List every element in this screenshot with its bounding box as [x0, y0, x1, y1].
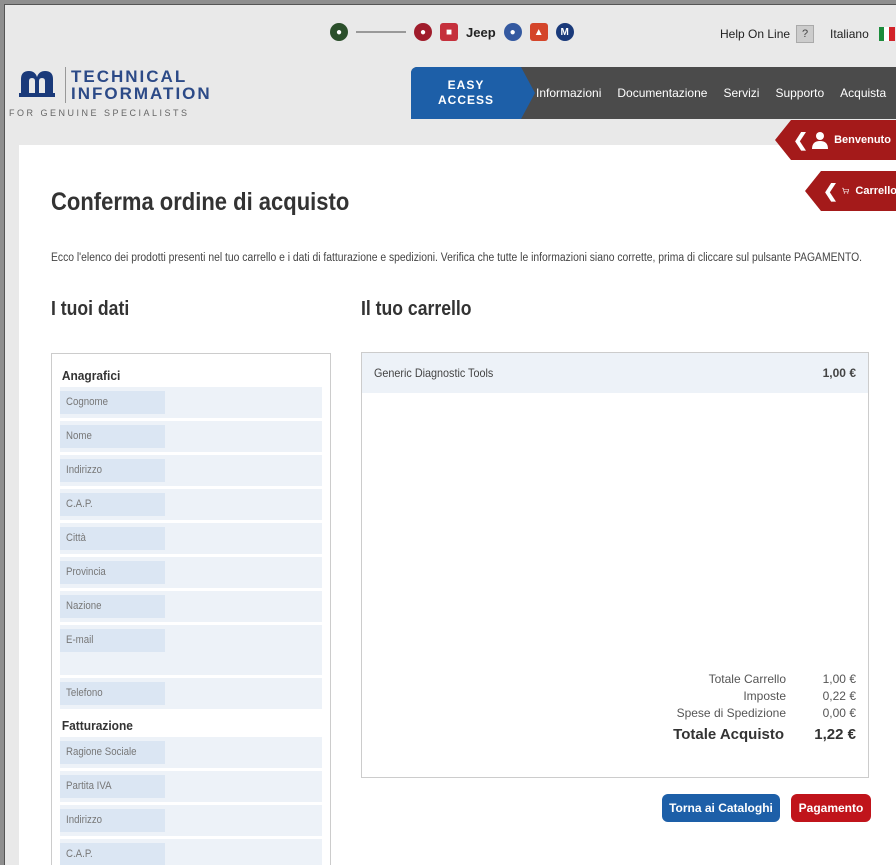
nav-item-documentazione[interactable]: Documentazione	[617, 86, 707, 100]
cart-panel: Generic Diagnostic Tools 1,00 € Totale C…	[361, 352, 869, 778]
mopar-logo-icon[interactable]: M	[555, 23, 574, 41]
spedizione-row: Spese di Spedizione 0,00 €	[673, 705, 856, 722]
field-label: Indirizzo	[66, 814, 103, 826]
imposte-value: 0,22 €	[822, 689, 856, 703]
easy-access-button[interactable]: EASY ACCESS	[411, 67, 535, 119]
field-label: C.A.P.	[66, 498, 93, 510]
field-label: E-mail	[66, 634, 94, 646]
fiat-logo-icon[interactable]: ●	[414, 23, 432, 41]
cart-item-price: 1,00 €	[822, 366, 856, 380]
field-provincia[interactable]: Provincia	[60, 557, 322, 588]
language-selector[interactable]: Italiano	[830, 27, 869, 41]
field-fatt-cap[interactable]: C.A.P.	[60, 839, 322, 865]
field-nome[interactable]: Nome	[60, 421, 322, 452]
dati-heading: I tuoi dati	[51, 298, 130, 320]
cart-item-row: Generic Diagnostic Tools 1,00 €	[362, 353, 868, 393]
chevron-left-icon: ❮	[823, 180, 839, 201]
nav-item-acquista[interactable]: Acquista	[840, 86, 886, 100]
imposte-row: Imposte 0,22 €	[673, 688, 856, 705]
pagamento-button[interactable]: Pagamento	[791, 794, 871, 822]
totale-carrello-row: Totale Carrello 1,00 €	[673, 671, 856, 688]
logo-tagline: FOR GENUINE SPECIALISTS	[9, 108, 190, 118]
carrello-tab[interactable]: ❮ Carrello	[805, 171, 896, 211]
field-label: Cognome	[66, 396, 108, 408]
italy-flag-icon[interactable]	[878, 27, 895, 41]
benvenuto-label: Benvenuto	[834, 134, 891, 146]
nav-items: Informazioni Documentazione Servizi Supp…	[536, 67, 886, 119]
nav-item-servizi[interactable]: Servizi	[723, 86, 759, 100]
field-ragione-sociale[interactable]: Ragione Sociale	[60, 737, 322, 768]
alfa-romeo-logo-icon[interactable]: ●	[330, 23, 348, 41]
field-fatt-indirizzo[interactable]: Indirizzo	[60, 805, 322, 836]
main-content: Conferma ordine di acquisto Ecco l'elenc…	[19, 145, 896, 865]
cart-totals: Totale Carrello 1,00 € Imposte 0,22 € Sp…	[673, 671, 856, 743]
benvenuto-tab[interactable]: ❮ Benvenuto	[775, 120, 896, 160]
carrello-label: Carrello	[855, 185, 896, 197]
logo-divider	[65, 67, 66, 103]
spedizione-value: 0,00 €	[822, 706, 856, 720]
help-online-link[interactable]: Help On Line	[720, 27, 790, 41]
totale-acquisto-label: Totale Acquisto	[673, 726, 784, 743]
nav-item-informazioni[interactable]: Informazioni	[536, 86, 601, 100]
chrysler-logo-icon[interactable]	[356, 31, 406, 33]
totale-carrello-label: Totale Carrello	[708, 672, 786, 686]
carrello-heading: Il tuo carrello	[361, 298, 472, 320]
user-data-panel: Anagrafici Cognome Nome Indirizzo C.A.P.…	[51, 353, 331, 865]
field-label: Ragione Sociale	[66, 746, 137, 758]
page-frame: ● ● ■ Jeep ● ▲ M Help On Line ? Italiano…	[4, 4, 896, 865]
chevron-left-icon: ❮	[793, 129, 809, 150]
field-citta[interactable]: Città	[60, 523, 322, 554]
anagrafici-title: Anagrafici	[61, 368, 121, 383]
field-indirizzo[interactable]: Indirizzo	[60, 455, 322, 486]
field-label: Indirizzo	[66, 464, 103, 476]
totale-carrello-value: 1,00 €	[822, 672, 856, 686]
cart-item-name: Generic Diagnostic Tools	[374, 366, 494, 380]
field-label: Città	[66, 532, 86, 544]
field-label: Partita IVA	[66, 780, 112, 792]
easy-access-line-1: EASY	[447, 78, 485, 92]
field-partita-iva[interactable]: Partita IVA	[60, 771, 322, 802]
main-nav: EASY ACCESS Informazioni Documentazione …	[411, 67, 896, 119]
field-label: Nazione	[66, 600, 102, 612]
field-email[interactable]: E-mail	[60, 625, 322, 675]
imposte-label: Imposte	[743, 689, 786, 703]
field-nazione[interactable]: Nazione	[60, 591, 322, 622]
field-label: Telefono	[66, 687, 103, 699]
lancia-logo-icon[interactable]: ●	[503, 23, 522, 41]
totale-acquisto-row: Totale Acquisto 1,22 €	[673, 726, 856, 743]
fiat-professional-logo-icon[interactable]: ■	[440, 23, 458, 41]
jeep-logo[interactable]: Jeep	[466, 25, 496, 40]
logo-line-2: INFORMATION	[71, 84, 212, 103]
easy-access-line-2: ACCESS	[437, 93, 494, 107]
spedizione-label: Spese di Spedizione	[676, 706, 786, 720]
cart-icon	[842, 187, 850, 194]
user-icon	[812, 132, 829, 149]
field-label: Provincia	[66, 566, 106, 578]
torna-ai-cataloghi-button[interactable]: Torna ai Cataloghi	[662, 794, 780, 822]
abarth-logo-icon[interactable]: ▲	[529, 23, 548, 41]
field-cognome[interactable]: Cognome	[60, 387, 322, 418]
totale-acquisto-value: 1,22 €	[814, 726, 856, 743]
brand-logos: ● ● ■ Jeep ● ▲ M	[330, 23, 574, 41]
nav-item-supporto[interactable]: Supporto	[775, 86, 824, 100]
brand-bar: ● ● ■ Jeep ● ▲ M Help On Line ? Italiano	[5, 5, 896, 57]
help-question-icon[interactable]: ?	[796, 25, 815, 43]
field-cap[interactable]: C.A.P.	[60, 489, 322, 520]
help-area: Help On Line ? Italiano	[720, 25, 895, 43]
field-telefono[interactable]: Telefono	[60, 678, 322, 709]
intro-text: Ecco l'elenco dei prodotti presenti nel …	[51, 252, 863, 264]
field-label: C.A.P.	[66, 848, 93, 860]
field-label: Nome	[66, 430, 92, 442]
fatturazione-title: Fatturazione	[61, 718, 133, 733]
page-title: Conferma ordine di acquisto	[51, 188, 350, 216]
mopar-m-icon	[19, 71, 55, 97]
